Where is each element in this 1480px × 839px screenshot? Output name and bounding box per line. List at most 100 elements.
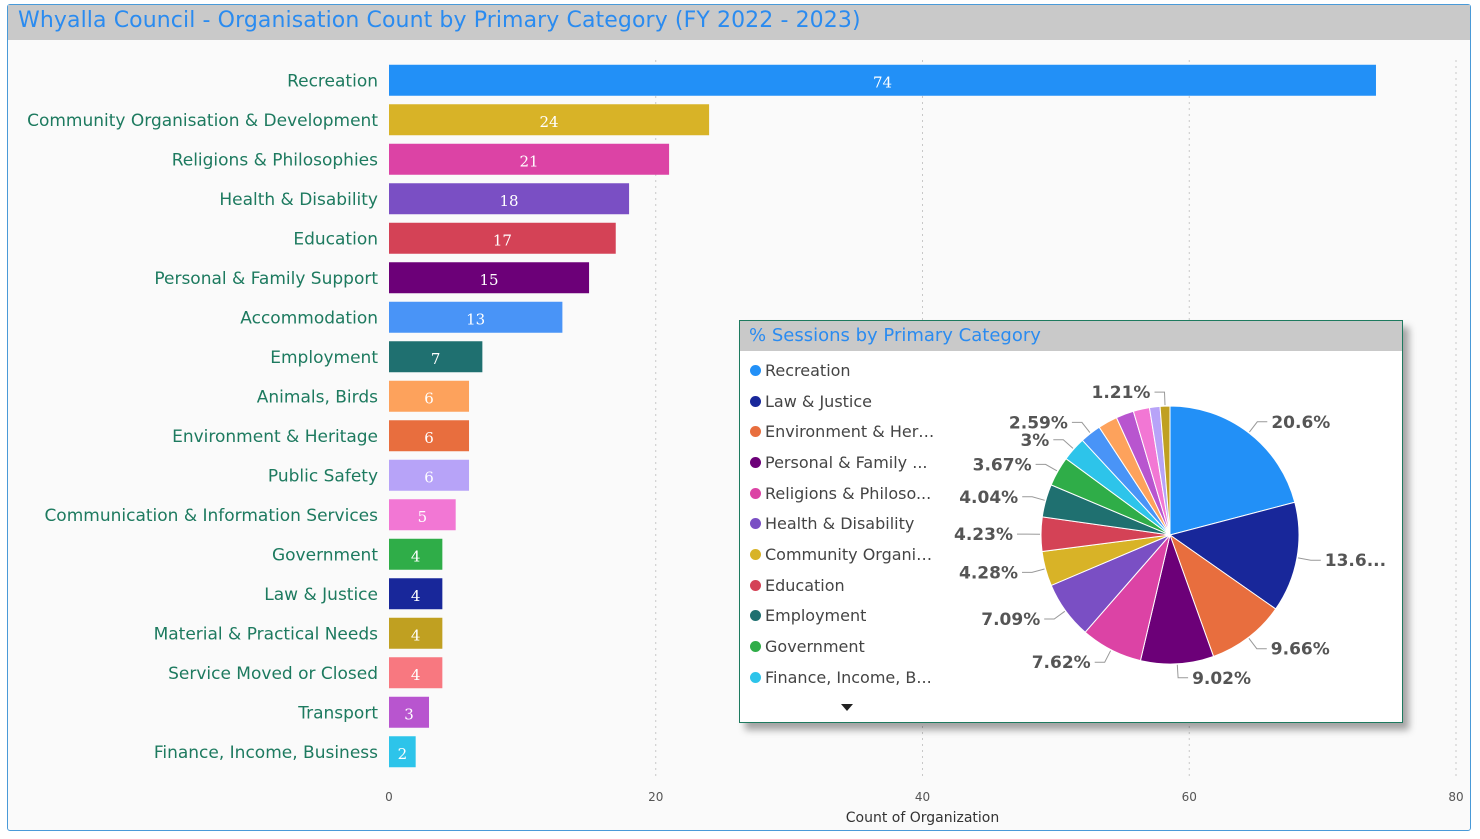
pie-leader-line	[1094, 650, 1112, 663]
pie-leader-line	[1022, 496, 1045, 501]
bar-value-label: 13	[466, 310, 485, 328]
pie-leader-line	[1035, 463, 1058, 472]
pie-leader-line	[1176, 664, 1189, 679]
x-tick-label: 40	[915, 790, 930, 804]
legend-dot-icon	[750, 671, 761, 683]
pie-slice-label: 3.67%	[973, 455, 1032, 475]
pie-leader-line	[1022, 568, 1045, 573]
pie-leader-line	[1248, 637, 1267, 650]
category-label: Employment	[270, 348, 378, 368]
x-axis-title: Count of Organization	[846, 810, 999, 826]
pie-slice-label: 7.62%	[1032, 653, 1091, 673]
pie-leader-line	[1044, 610, 1066, 620]
legend-label: Religions & Philoso...	[765, 483, 932, 503]
pie-leader-line	[1154, 391, 1166, 406]
category-label: Communication & Information Services	[44, 506, 378, 526]
legend-dot-icon	[750, 548, 761, 560]
legend-more-arrow-icon[interactable]	[841, 704, 853, 711]
bar-value-label: 4	[411, 626, 421, 644]
category-label: Recreation	[287, 71, 378, 91]
category-label: Community Organisation & Development	[27, 111, 378, 131]
legend-dot-icon	[750, 364, 761, 376]
x-tick-label: 80	[1448, 790, 1463, 804]
pie-slice-label: 7.09%	[981, 610, 1040, 630]
bar-value-label: 3	[404, 705, 414, 723]
legend-dot-icon	[750, 487, 761, 499]
category-label: Personal & Family Support	[154, 269, 378, 289]
pie-leader-line	[1297, 557, 1321, 561]
x-tick-label: 60	[1182, 790, 1197, 804]
legend-label: Law & Justice	[765, 391, 873, 411]
bar-value-label: 4	[411, 587, 421, 605]
pie-slice-label: 2.59%	[1009, 413, 1068, 433]
category-label: Public Safety	[268, 466, 378, 486]
bar-value-label: 7	[431, 350, 441, 368]
legend-item[interactable]: Personal & Family ...	[750, 447, 940, 478]
bar-value-label: 6	[424, 389, 434, 407]
category-label: Animals, Birds	[257, 387, 378, 407]
pie-leader-line	[1249, 421, 1268, 433]
pie-slice-label: 4.28%	[959, 563, 1018, 583]
category-label: Government	[272, 545, 378, 565]
legend-item[interactable]: Government	[750, 631, 940, 662]
category-label: Accommodation	[240, 308, 378, 328]
bar-value-label: 74	[873, 73, 892, 91]
legend-label: Health & Disability	[765, 514, 915, 534]
pie-leader-line	[1071, 421, 1091, 433]
pie-slice-label: 4.04%	[959, 488, 1018, 508]
bar-value-label: 15	[479, 271, 498, 289]
legend-item[interactable]: Community Organis...	[750, 539, 940, 570]
legend-label: Finance, Income, B...	[765, 667, 932, 687]
bar-value-label: 6	[424, 468, 434, 486]
legend-label: Education	[765, 575, 845, 595]
pie-leader-line	[1053, 439, 1074, 449]
legend-item[interactable]: Law & Justice	[750, 386, 940, 417]
category-label: Law & Justice	[264, 585, 378, 605]
legend-item[interactable]: Recreation	[750, 355, 940, 386]
legend-item[interactable]: Education	[750, 570, 940, 601]
legend-label: Recreation	[765, 360, 851, 380]
legend-item[interactable]: Health & Disability	[750, 508, 940, 539]
bar-value-label: 18	[499, 192, 518, 210]
pie-slice-label: 9.66%	[1271, 640, 1330, 660]
category-label: Environment & Heritage	[172, 427, 378, 447]
legend-label: Personal & Family ...	[765, 452, 928, 472]
legend-label: Community Organis...	[765, 544, 937, 564]
x-tick-label: 0	[385, 790, 393, 804]
bar-value-label: 4	[411, 547, 421, 565]
category-label: Transport	[297, 703, 378, 723]
bar-value-label: 5	[418, 508, 428, 526]
legend-dot-icon	[750, 579, 761, 591]
legend-dot-icon	[750, 610, 761, 622]
pie-legend: Recreation Law & Justice Environment & Her…	[750, 355, 940, 693]
bar-value-label: 4	[411, 666, 421, 684]
legend-dot-icon	[750, 641, 761, 653]
legend-item[interactable]: Religions & Philoso...	[750, 478, 940, 509]
pie-slice-label: 3%	[1020, 431, 1049, 451]
pie-slice-label: 1.21%	[1091, 383, 1150, 403]
legend-item[interactable]: Employment	[750, 601, 940, 632]
pie-slice-label: 9.02%	[1192, 669, 1251, 689]
legend-dot-icon	[750, 518, 761, 530]
legend-dot-icon	[750, 395, 761, 407]
pie-slice-label: 4.23%	[954, 525, 1013, 545]
pie-slice-label: 13.6...	[1325, 551, 1386, 571]
category-label: Finance, Income, Business	[154, 743, 378, 763]
pie-slice-label: 20.6%	[1271, 413, 1330, 433]
legend-label: Environment & Herit...	[765, 422, 937, 442]
legend-item[interactable]: Finance, Income, B...	[750, 662, 940, 693]
category-label: Education	[293, 229, 378, 249]
bar-value-label: 2	[398, 745, 408, 763]
legend-dot-icon	[750, 426, 761, 438]
bar-value-label: 17	[493, 231, 512, 249]
x-tick-label: 20	[648, 790, 663, 804]
pie-chart-panel: % Sessions by Primary Category 20.6% 13.6…	[739, 320, 1403, 723]
legend-dot-icon	[750, 456, 761, 468]
bar-value-label: 24	[540, 113, 559, 131]
legend-label: Government	[765, 637, 865, 657]
category-label: Health & Disability	[219, 190, 378, 210]
category-label: Material & Practical Needs	[154, 624, 379, 644]
legend-item[interactable]: Environment & Herit...	[750, 416, 940, 447]
bar-value-label: 21	[519, 152, 538, 170]
legend-label: Employment	[765, 606, 867, 626]
